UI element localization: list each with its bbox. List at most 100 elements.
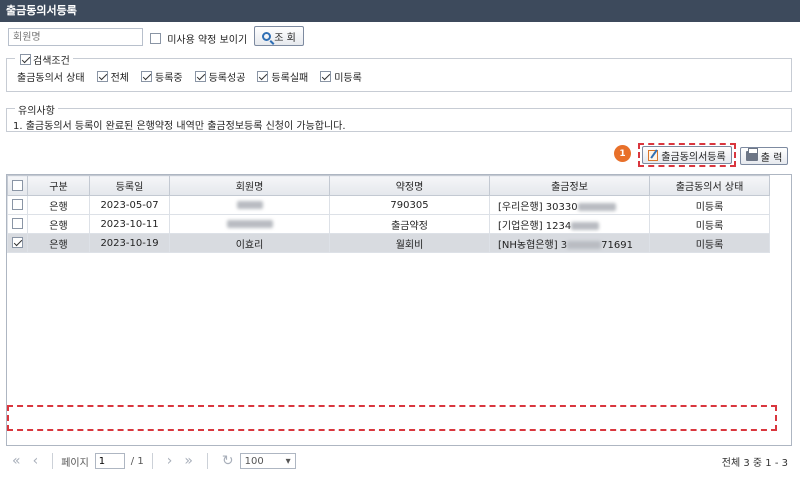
page-total: / 1 bbox=[130, 455, 144, 467]
register-consent-label: 출금동의서등록 bbox=[661, 151, 726, 163]
header-contract[interactable]: 약정명 bbox=[329, 175, 490, 196]
status-option-success[interactable]: 등록성공 bbox=[194, 69, 246, 84]
status-option-checkbox[interactable] bbox=[320, 71, 332, 82]
table-row[interactable]: 은행 2023-10-19 이효리 월회비 [NH농협은행] 3 71691 미등… bbox=[7, 233, 770, 253]
status-filter-row: 출금동의서 상태 전체 등록중 등록성공 등록실패 미등록 bbox=[17, 69, 374, 84]
conditions-legend: 검색조건 bbox=[15, 52, 73, 67]
status-option-checkbox[interactable] bbox=[141, 71, 152, 82]
header-date[interactable]: 등록일 bbox=[89, 175, 170, 196]
redacted-text bbox=[571, 221, 600, 230]
status-option-checkbox[interactable] bbox=[194, 71, 206, 82]
member-name-input[interactable] bbox=[8, 28, 143, 46]
status-option-unregistered[interactable]: 미등록 bbox=[320, 69, 362, 84]
header-member[interactable]: 회원명 bbox=[169, 175, 330, 196]
redacted-text bbox=[236, 200, 263, 209]
status-option-checkbox[interactable] bbox=[96, 71, 108, 82]
account-prefix: [NH농협은행] 3 bbox=[498, 239, 568, 251]
account-prefix: [우리은행] 30330 bbox=[498, 201, 578, 213]
row-checkbox[interactable] bbox=[12, 199, 23, 211]
cell-account: [기업은행] 1234 bbox=[489, 214, 650, 234]
header-type[interactable]: 구분 bbox=[27, 175, 90, 196]
search-button-label: 조 회 bbox=[274, 32, 296, 44]
step-badge: 1 bbox=[614, 145, 631, 162]
cell-status: 미등록 bbox=[649, 214, 770, 234]
cell-account: [NH농협은행] 3 71691 bbox=[489, 233, 650, 253]
print-button-label: 출 력 bbox=[760, 152, 783, 164]
notice-text: 1. 출금동의서 등록이 완료된 은행약정 내역만 출금정보등록 신청이 가능합… bbox=[13, 121, 346, 132]
refresh-icon[interactable]: ↻ bbox=[222, 453, 234, 469]
row-select-cell[interactable] bbox=[7, 233, 28, 253]
register-consent-button[interactable]: 출금동의서등록 bbox=[642, 146, 732, 164]
status-option-all[interactable]: 전체 bbox=[96, 69, 129, 84]
page-number-input[interactable] bbox=[94, 453, 125, 469]
status-option-failed[interactable]: 등록실패 bbox=[257, 69, 308, 84]
status-option-label: 미등록 bbox=[334, 73, 362, 84]
status-filter-label: 출금동의서 상태 bbox=[17, 73, 85, 84]
show-unused-toggle[interactable]: 미사용 약정 보이기 bbox=[150, 31, 247, 46]
consent-table: 구분 등록일 회원명 약정명 출금정보 출금동의서 상태 은행 2023-05-… bbox=[7, 175, 770, 253]
cell-type: 은행 bbox=[27, 195, 90, 215]
cell-member bbox=[169, 214, 330, 234]
header-account[interactable]: 출금정보 bbox=[489, 175, 650, 196]
header-status[interactable]: 출금동의서 상태 bbox=[649, 175, 770, 196]
status-option-checkbox[interactable] bbox=[257, 71, 269, 82]
cell-type: 은행 bbox=[27, 214, 90, 234]
redacted-text bbox=[567, 240, 602, 249]
table-row[interactable]: 은행 2023-10-11 출금약정 [기업은행] 1234 미등록 bbox=[7, 214, 770, 234]
page-size-select[interactable]: 100 ▾ bbox=[239, 453, 296, 469]
status-option-label: 전체 bbox=[110, 73, 129, 84]
cell-account: [우리은행] 30330 bbox=[489, 195, 650, 215]
row-select-cell[interactable] bbox=[7, 214, 28, 234]
row-select-cell[interactable] bbox=[7, 195, 28, 215]
cell-status: 미등록 bbox=[649, 195, 770, 215]
search-icon bbox=[262, 31, 272, 41]
divider bbox=[52, 453, 54, 469]
highlight-selected-row bbox=[7, 405, 777, 431]
row-checkbox[interactable] bbox=[12, 218, 23, 230]
window-title: 출금동의서등록 bbox=[0, 0, 800, 22]
conditions-legend-label: 검색조건 bbox=[33, 56, 70, 67]
search-button[interactable]: 조 회 bbox=[254, 26, 304, 46]
last-page-icon[interactable]: » bbox=[184, 453, 193, 469]
row-checkbox[interactable] bbox=[12, 237, 23, 249]
cell-status: 미등록 bbox=[649, 233, 770, 253]
cell-member bbox=[169, 195, 330, 215]
cell-contract: 출금약정 bbox=[329, 214, 490, 234]
divider bbox=[151, 453, 153, 469]
show-unused-label: 미사용 약정 보이기 bbox=[167, 35, 248, 46]
conditions-toggle-checkbox[interactable] bbox=[20, 54, 31, 65]
prev-page-icon[interactable]: ‹ bbox=[33, 453, 39, 469]
status-option-label: 등록중 bbox=[155, 73, 183, 84]
cell-contract: 790305 bbox=[329, 195, 490, 215]
status-option-label: 등록실패 bbox=[271, 73, 309, 84]
search-bar: 미사용 약정 보이기 조 회 bbox=[0, 26, 800, 48]
notice-legend: 유의사항 bbox=[15, 102, 58, 117]
status-option-label: 등록성공 bbox=[208, 73, 246, 84]
redacted-text bbox=[226, 219, 273, 228]
show-unused-checkbox[interactable] bbox=[150, 33, 161, 44]
cell-date: 2023-10-11 bbox=[89, 214, 170, 234]
search-conditions-panel: 검색조건 출금동의서 상태 전체 등록중 등록성공 등록실패 미등록 bbox=[6, 52, 792, 92]
page-label: 페이지 bbox=[61, 457, 89, 469]
edit-icon bbox=[648, 149, 659, 161]
record-summary: 전체 3 중 1 - 3 bbox=[721, 457, 788, 469]
header-select-all[interactable] bbox=[7, 175, 28, 196]
status-option-registering[interactable]: 등록중 bbox=[141, 69, 183, 84]
table-row[interactable]: 은행 2023-05-07 790305 [우리은행] 30330 미등록 bbox=[7, 195, 770, 215]
printer-icon bbox=[745, 148, 758, 161]
redacted-text bbox=[577, 202, 616, 211]
next-page-icon[interactable]: › bbox=[167, 453, 173, 469]
account-prefix: [기업은행] 1234 bbox=[498, 220, 572, 232]
notice-panel: 유의사항 1. 출금동의서 등록이 완료된 은행약정 내역만 출금정보등록 신청… bbox=[6, 102, 792, 132]
cell-type: 은행 bbox=[27, 233, 90, 253]
first-page-icon[interactable]: « bbox=[12, 453, 21, 469]
table-header-row: 구분 등록일 회원명 약정명 출금정보 출금동의서 상태 bbox=[7, 175, 770, 196]
chevron-down-icon: ▾ bbox=[285, 455, 291, 467]
select-all-checkbox[interactable] bbox=[12, 179, 23, 191]
print-button[interactable]: 출 력 bbox=[740, 147, 788, 165]
account-suffix: 71691 bbox=[601, 239, 633, 251]
cell-member: 이효리 bbox=[169, 233, 330, 253]
pagination-bar: « ‹ 페이지 / 1 › » ↻ 100 ▾ 전체 3 중 1 - 3 bbox=[6, 448, 792, 474]
cell-date: 2023-05-07 bbox=[89, 195, 170, 215]
page-size-value: 100 bbox=[244, 455, 264, 467]
